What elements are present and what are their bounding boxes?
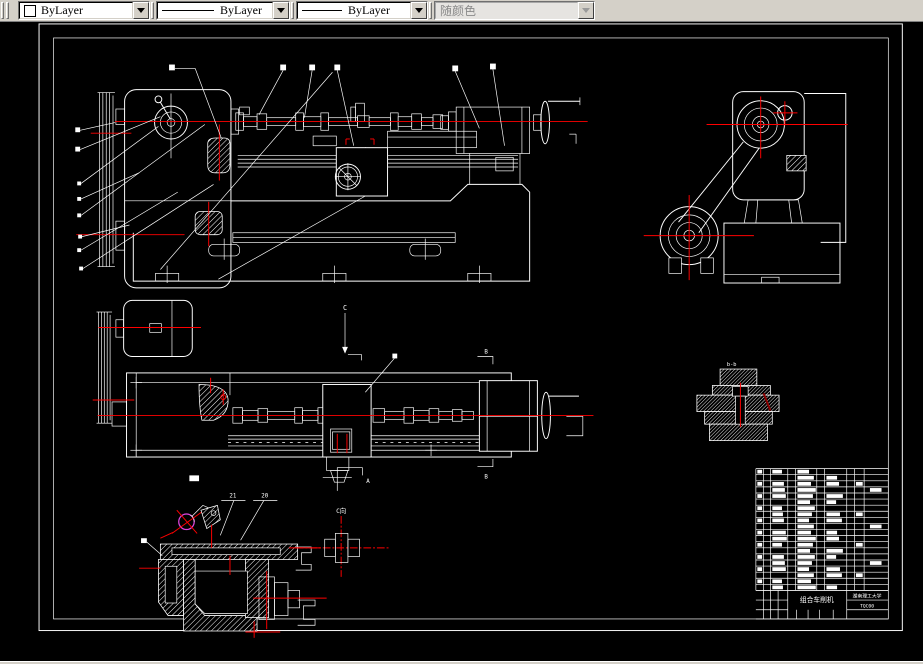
section-detail-view: b-b bbox=[696, 362, 780, 441]
title-block-title: 组合车削机 bbox=[800, 595, 834, 604]
linetype-combobox-arrow[interactable] bbox=[273, 2, 289, 19]
properties-toolbar: ByLayer ByLayer ByLayer 随颜色 bbox=[0, 0, 923, 22]
plan-view: C B B A bbox=[92, 299, 594, 491]
linetype-glyph-icon bbox=[162, 10, 214, 11]
color-combobox-arrow[interactable] bbox=[133, 2, 149, 19]
chevron-down-icon bbox=[582, 8, 590, 13]
svg-text:21: 21 bbox=[229, 494, 236, 500]
plotstyle-combobox-value: 随颜色 bbox=[440, 4, 477, 18]
linetype-combobox[interactable]: ByLayer bbox=[156, 1, 290, 20]
drawing-canvas[interactable]: C B B A 21 20 C向 b-b 组合车削机 湖南理工大学 TQC00 bbox=[0, 22, 923, 661]
svg-text:A: A bbox=[366, 479, 370, 485]
lineweight-glyph-icon bbox=[302, 10, 342, 11]
plotstyle-combobox: 随颜色 bbox=[434, 1, 595, 20]
lineweight-combobox-arrow[interactable] bbox=[411, 2, 427, 19]
title-block: 组合车削机 湖南理工大学 TQC00 bbox=[755, 468, 889, 620]
linetype-combobox-value: ByLayer bbox=[220, 3, 262, 17]
side-view bbox=[643, 91, 848, 284]
svg-text:C向: C向 bbox=[336, 506, 346, 515]
lineweight-combobox[interactable]: ByLayer bbox=[296, 1, 428, 20]
color-combobox[interactable]: ByLayer bbox=[18, 1, 150, 20]
plotstyle-combobox-arrow bbox=[578, 2, 594, 19]
chevron-down-icon bbox=[137, 8, 145, 13]
toolbar-grip[interactable] bbox=[1, 2, 4, 19]
svg-text:B: B bbox=[484, 474, 488, 480]
color-swatch-icon bbox=[24, 4, 36, 17]
front-view bbox=[75, 63, 588, 289]
toolbar-grip[interactable] bbox=[6, 2, 9, 19]
cad-application-window: ByLayer ByLayer ByLayer 随颜色 C B B A 21 2… bbox=[0, 0, 923, 664]
toolbar-grip[interactable] bbox=[291, 2, 294, 19]
svg-text:b-b: b-b bbox=[727, 362, 737, 368]
apron-detail-view: 21 20 bbox=[139, 494, 327, 638]
title-block-org: 湖南理工大学 bbox=[853, 593, 882, 600]
toolbar-grip[interactable] bbox=[429, 2, 432, 19]
shaft-detail-view: C向 bbox=[295, 506, 391, 577]
bom-grid bbox=[755, 468, 889, 591]
title-block-code: TQC00 bbox=[860, 603, 874, 609]
toolbar-grip[interactable] bbox=[151, 2, 154, 19]
svg-text:B: B bbox=[484, 350, 488, 356]
svg-text:20: 20 bbox=[261, 494, 268, 500]
svg-text:C: C bbox=[343, 304, 347, 312]
color-combobox-value: ByLayer bbox=[41, 3, 83, 17]
lineweight-combobox-value: ByLayer bbox=[348, 3, 390, 17]
chevron-down-icon bbox=[277, 8, 285, 13]
chevron-down-icon bbox=[415, 8, 423, 13]
